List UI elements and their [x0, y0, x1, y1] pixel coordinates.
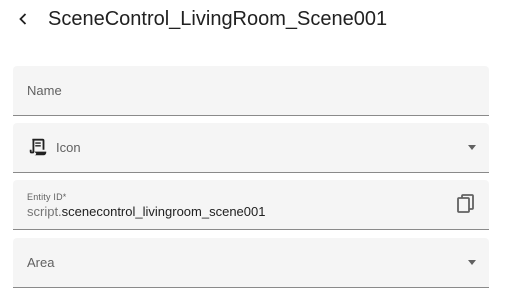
name-field[interactable]: Name — [13, 66, 489, 116]
copy-icon[interactable] — [457, 194, 475, 214]
chevron-down-icon[interactable] — [468, 260, 476, 265]
script-text-icon — [29, 138, 47, 156]
entity-id-prefix: script. — [27, 204, 62, 219]
chevron-left-icon — [19, 13, 27, 25]
area-field-label: Area — [27, 255, 55, 270]
entity-settings-page: SceneControl_LivingRoom_Scene001 Name Ic… — [0, 0, 507, 297]
name-field-label: Name — [27, 83, 62, 98]
icon-field-label: Icon — [56, 140, 81, 155]
icon-picker-field[interactable]: Icon — [13, 123, 489, 173]
area-picker-field[interactable]: Area — [13, 238, 489, 288]
header: SceneControl_LivingRoom_Scene001 — [0, 0, 507, 40]
entity-id-input[interactable]: scenecontrol_livingroom_scene001 — [62, 204, 266, 219]
entity-id-field[interactable]: Entity ID* script.scenecontrol_livingroo… — [13, 180, 489, 230]
page-title: SceneControl_LivingRoom_Scene001 — [48, 8, 388, 30]
chevron-down-icon[interactable] — [468, 145, 476, 150]
entity-id-label: Entity ID* — [27, 192, 67, 202]
back-button[interactable] — [13, 8, 33, 30]
entity-id-value[interactable]: script.scenecontrol_livingroom_scene001 — [27, 204, 265, 219]
